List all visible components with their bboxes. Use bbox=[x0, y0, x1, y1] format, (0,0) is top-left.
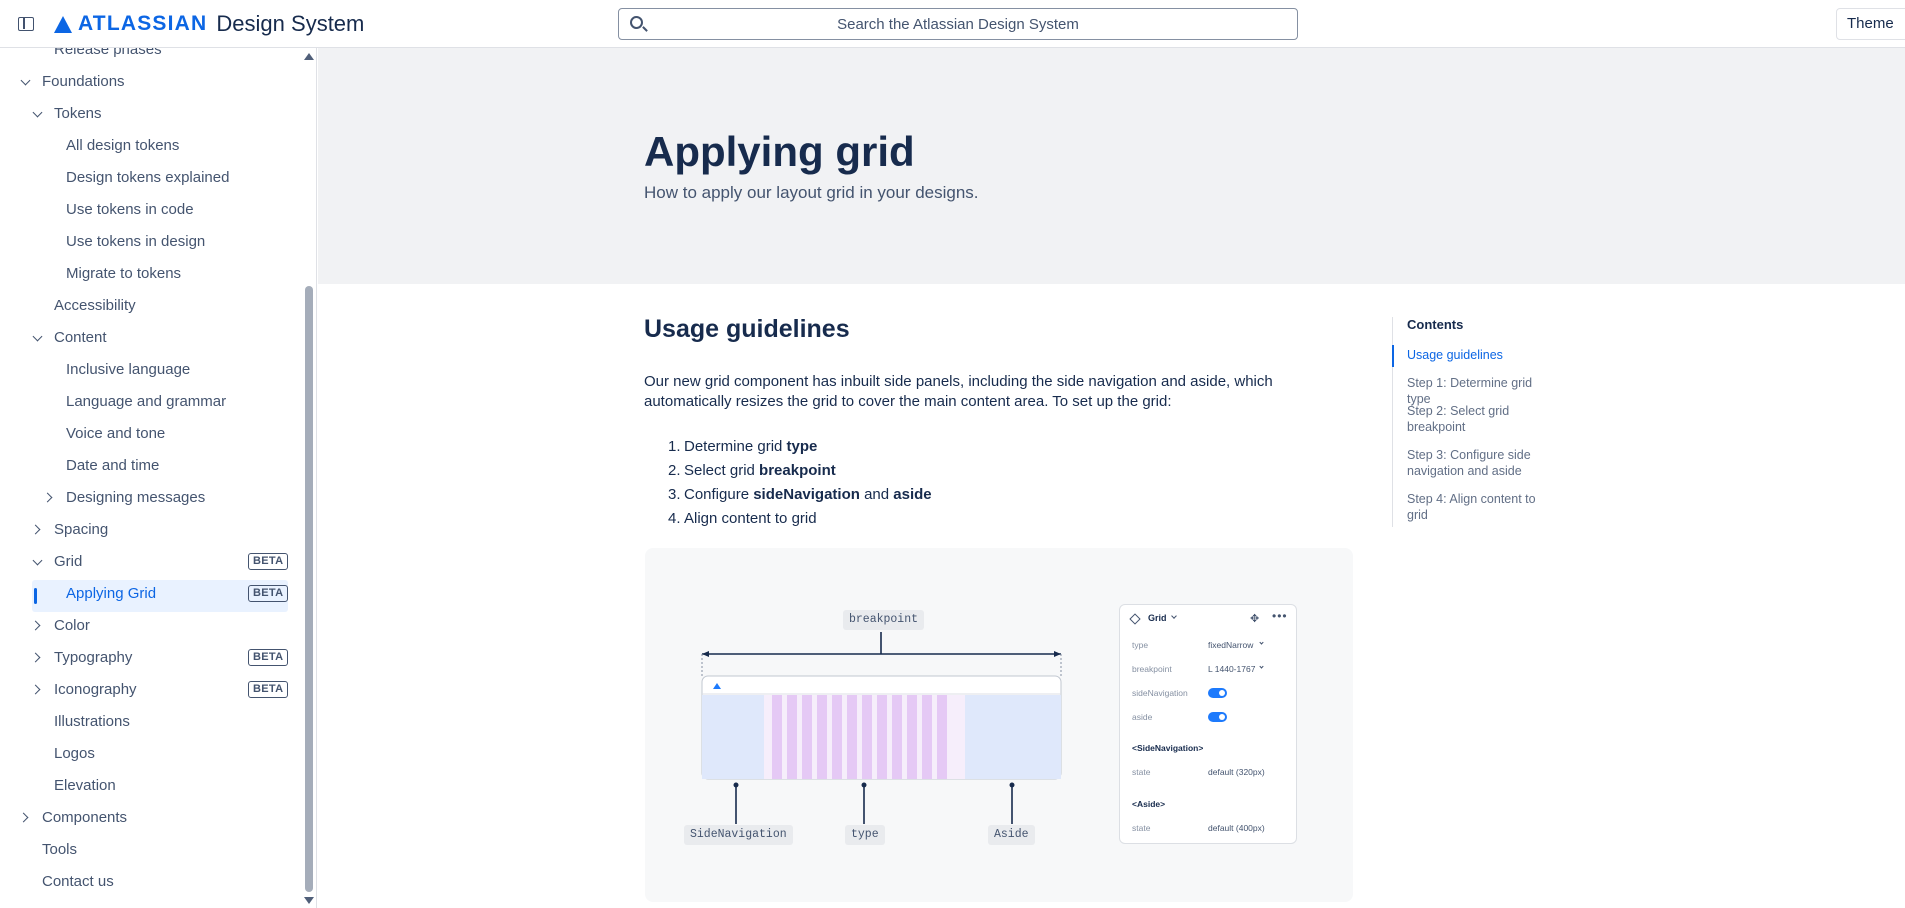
panel-aside-heading: <Aside> bbox=[1132, 799, 1166, 809]
panel-title: Grid bbox=[1148, 613, 1167, 623]
chevron-down-icon bbox=[1259, 640, 1264, 645]
panel-row-value: fixedNarrow bbox=[1208, 640, 1254, 650]
panel-side-navigation-heading: <SideNavigation> bbox=[1132, 743, 1204, 753]
toc-link-step-3[interactable]: Step 3: Configure side navigation and as… bbox=[1407, 447, 1557, 479]
toc-link-step-2[interactable]: Step 2: Select grid breakpoint bbox=[1407, 403, 1557, 435]
table-of-contents: Contents Usage guidelines Step 1: Determ… bbox=[1392, 317, 1562, 527]
grid-properties-panel: Grid ✥ ••• type fixedNarrow breakpoint L… bbox=[1119, 604, 1297, 844]
toc-link-usage-guidelines[interactable]: Usage guidelines bbox=[1407, 347, 1557, 363]
breakpoint-right-arrow bbox=[1054, 651, 1061, 657]
chevron-down-icon bbox=[1259, 664, 1264, 669]
panel-row-label: sideNavigation bbox=[1132, 688, 1188, 698]
panel-row-label: breakpoint bbox=[1132, 664, 1172, 674]
panel-row-label: state bbox=[1132, 767, 1151, 777]
panel-row-value: default (400px) bbox=[1208, 823, 1265, 833]
component-diamond-icon bbox=[1129, 613, 1141, 625]
toc-link-step-4[interactable]: Step 4: Align content to grid bbox=[1407, 491, 1557, 523]
panel-row-label: aside bbox=[1132, 712, 1153, 722]
panel-row-value: L 1440-1767 bbox=[1208, 664, 1256, 674]
component-instance-icon: ✥ bbox=[1250, 613, 1260, 625]
grid-diagram-illustration bbox=[701, 632, 1062, 824]
panel-row-label: type bbox=[1132, 640, 1149, 650]
toc-active-indicator bbox=[1392, 345, 1394, 367]
chevron-down-icon bbox=[1171, 613, 1177, 619]
aside-label: Aside bbox=[988, 825, 1035, 845]
aside-toggle bbox=[1208, 712, 1227, 722]
panel-row-label: state bbox=[1132, 823, 1151, 833]
type-label: type bbox=[845, 825, 885, 845]
toc-heading: Contents bbox=[1407, 317, 1464, 332]
more-options-icon: ••• bbox=[1272, 609, 1288, 623]
layout-side-navigation bbox=[702, 695, 764, 779]
breakpoint-label: breakpoint bbox=[843, 610, 925, 630]
breakpoint-left-arrow bbox=[702, 651, 709, 657]
side-navigation-toggle bbox=[1208, 688, 1227, 698]
panel-row-value: default (320px) bbox=[1208, 767, 1265, 777]
side-navigation-label: SideNavigation bbox=[684, 825, 793, 845]
layout-aside bbox=[965, 695, 1061, 779]
